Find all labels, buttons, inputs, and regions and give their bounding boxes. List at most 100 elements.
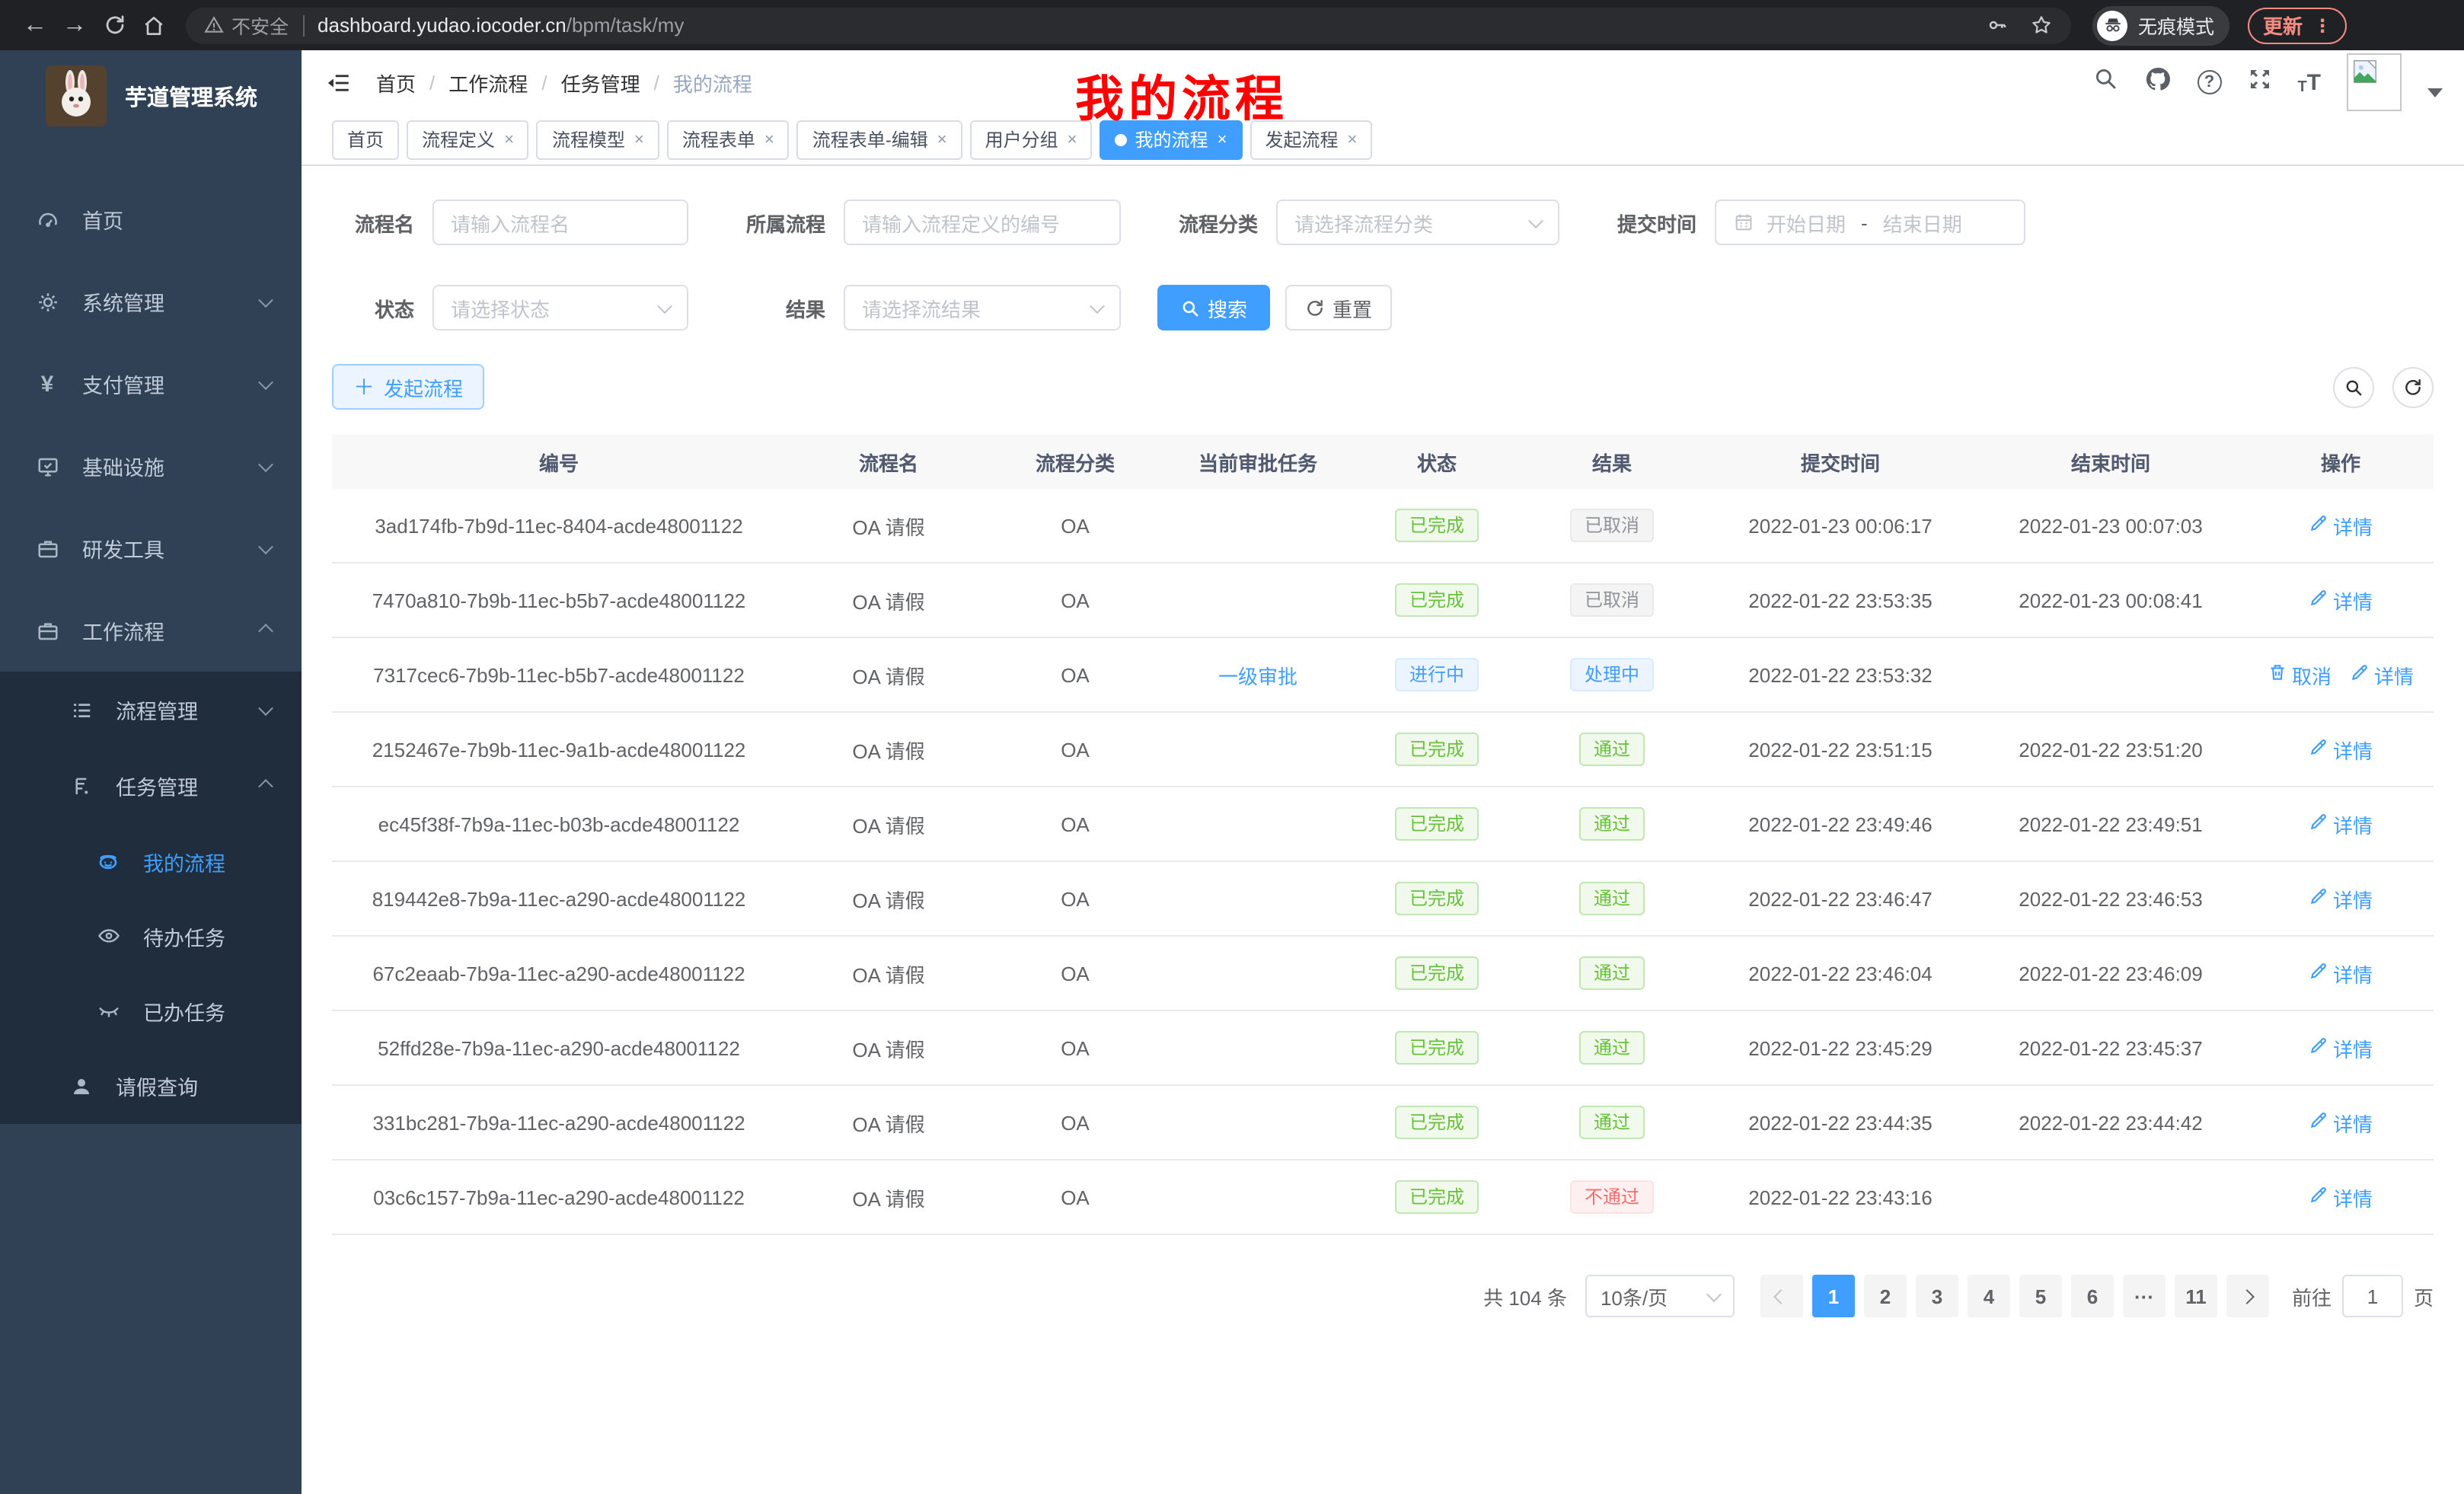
close-icon[interactable]: ×	[634, 130, 644, 148]
tab-home[interactable]: 首页	[332, 120, 399, 159]
detail-link[interactable]: 详情	[2309, 586, 2373, 615]
breadcrumb-workflow[interactable]: 工作流程	[448, 68, 528, 97]
definition-input[interactable]: 请输入流程定义的编号	[844, 200, 1121, 245]
key-icon[interactable]	[1986, 14, 2009, 37]
sidebar-item-infrastructure[interactable]: 基础设施	[0, 425, 302, 507]
overlay-title: 我的流程	[1075, 61, 1288, 131]
search-toggle-button[interactable]	[2333, 366, 2374, 407]
refresh-button[interactable]	[2392, 366, 2434, 407]
sidebar-item-process-management[interactable]: 流程管理	[0, 672, 302, 748]
tab-process-form[interactable]: 流程表单 ×	[667, 120, 790, 159]
page-button-5[interactable]: 5	[2019, 1275, 2062, 1317]
process-name-input[interactable]: 请输入流程名	[432, 200, 688, 245]
sidebar-item-my-process[interactable]: 我的流程	[0, 824, 302, 899]
tab-process-form-edit[interactable]: 流程表单-编辑 ×	[797, 120, 962, 159]
page-button-6[interactable]: 6	[2071, 1275, 2114, 1317]
detail-link[interactable]: 详情	[2309, 809, 2373, 838]
close-icon[interactable]: ×	[764, 130, 774, 148]
cell-process-name: OA 请假	[786, 735, 991, 764]
status-badge: 进行中	[1396, 658, 1478, 691]
detail-link[interactable]: 详情	[2309, 959, 2373, 988]
next-page-button[interactable]	[2226, 1275, 2269, 1317]
close-icon[interactable]: ×	[1068, 130, 1077, 148]
forward-icon[interactable]: →	[55, 11, 94, 39]
sidebar-item-dev-tools[interactable]: 研发工具	[0, 507, 302, 589]
address-bar[interactable]: 不安全 dashboard.yudao.iocoder.cn/bpm/task/…	[186, 7, 2071, 43]
close-icon[interactable]: ×	[937, 130, 947, 148]
more-pages-button[interactable]: ···	[2123, 1275, 2166, 1317]
tab-process-definition[interactable]: 流程定义 ×	[407, 120, 529, 159]
home-icon[interactable]	[134, 13, 174, 37]
prev-page-button[interactable]	[1760, 1275, 1803, 1317]
close-icon[interactable]: ×	[1347, 130, 1357, 148]
date-range-picker[interactable]: 开始日期 - 结束日期	[1715, 200, 2025, 245]
sidebar-item-system-management[interactable]: 系统管理	[0, 260, 302, 343]
cancel-link[interactable]: 取消	[2268, 660, 2332, 689]
update-button[interactable]: 更新 ⋮	[2248, 7, 2347, 43]
kebab-menu-icon[interactable]: ⋮	[2313, 14, 2332, 36]
active-dot-icon	[1116, 133, 1128, 145]
chevron-down-icon	[258, 456, 273, 471]
chevron-down-icon[interactable]	[2427, 88, 2443, 97]
page-size-select[interactable]: 10条/页	[1585, 1275, 1735, 1317]
cell-actions: 详情	[2248, 809, 2434, 838]
sidebar-item-label: 我的流程	[143, 846, 225, 876]
avatar[interactable]	[2347, 53, 2402, 111]
page-button-2[interactable]: 2	[1864, 1275, 1907, 1317]
close-icon[interactable]: ×	[504, 130, 514, 148]
detail-link[interactable]: 详情	[2309, 1108, 2373, 1137]
detail-link[interactable]: 详情	[2309, 1183, 2373, 1211]
cell-id: 67c2eaab-7b9a-11ec-a290-acde48001122	[332, 962, 786, 985]
sidebar-item-task-management[interactable]: 任务管理	[0, 748, 302, 824]
breadcrumb-home[interactable]: 首页	[376, 68, 416, 97]
category-select[interactable]: 请选择流程分类	[1276, 200, 1559, 245]
header-actions: ? TT	[2092, 53, 2443, 111]
app-logo[interactable]: 芋道管理系统	[0, 50, 302, 142]
status-select[interactable]: 请选择状态	[432, 285, 688, 330]
detail-link[interactable]: 详情	[2309, 1033, 2373, 1062]
start-date-input[interactable]: 开始日期	[1767, 208, 1846, 237]
page-button-4[interactable]: 4	[1968, 1275, 2010, 1317]
close-icon[interactable]: ×	[1218, 130, 1227, 148]
breadcrumb-task-management[interactable]: 任务管理	[561, 68, 640, 97]
incognito-icon	[2097, 10, 2127, 40]
sidebar-item-workflow[interactable]: 工作流程	[0, 589, 302, 672]
back-icon[interactable]: ←	[15, 11, 55, 39]
github-icon[interactable]	[2143, 65, 2171, 100]
status-badge: 已完成	[1396, 1180, 1478, 1214]
start-process-button[interactable]: ＋ 发起流程	[332, 364, 484, 410]
goto-page-input[interactable]	[2342, 1275, 2403, 1317]
sidebar-item-leave-query[interactable]: 请假查询	[0, 1048, 302, 1124]
reload-icon[interactable]	[94, 14, 134, 37]
end-date-input[interactable]: 结束日期	[1883, 208, 1962, 237]
detail-link[interactable]: 详情	[2309, 884, 2373, 913]
tab-user-group[interactable]: 用户分组 ×	[970, 120, 1093, 159]
detail-link[interactable]: 详情	[2350, 660, 2414, 689]
sidebar-item-done-tasks[interactable]: 已办任务	[0, 973, 302, 1048]
page-button-3[interactable]: 3	[1916, 1275, 1958, 1317]
star-icon[interactable]	[2030, 14, 2053, 37]
chevron-down-icon	[1090, 298, 1105, 313]
menu-fold-icon[interactable]	[326, 69, 352, 95]
current-task-link[interactable]: 一级审批	[1218, 660, 1297, 689]
sidebar-item-payment-management[interactable]: ¥ 支付管理	[0, 343, 302, 425]
font-size-icon[interactable]: TT	[2297, 69, 2321, 95]
search-button[interactable]: 搜索	[1157, 285, 1270, 330]
page-button-11[interactable]: 11	[2175, 1275, 2217, 1317]
cell-id: 03c6c157-7b9a-11ec-a290-acde48001122	[332, 1186, 786, 1208]
cell-result: 通过	[1517, 1031, 1707, 1065]
sidebar-item-home[interactable]: 首页	[0, 178, 302, 260]
pencil-icon	[2309, 886, 2328, 911]
search-icon[interactable]	[2092, 65, 2118, 99]
fullscreen-icon[interactable]	[2247, 66, 2271, 98]
security-label[interactable]: 不安全	[231, 11, 289, 40]
detail-link[interactable]: 详情	[2309, 735, 2373, 764]
update-label: 更新	[2263, 11, 2303, 40]
sidebar-item-todo-tasks[interactable]: 待办任务	[0, 899, 302, 973]
result-select[interactable]: 请选择流结果	[844, 285, 1121, 330]
detail-link[interactable]: 详情	[2309, 511, 2373, 540]
reset-button[interactable]: 重置	[1285, 285, 1392, 330]
page-button-1[interactable]: 1	[1812, 1275, 1855, 1317]
help-icon[interactable]: ?	[2197, 70, 2221, 94]
tab-process-model[interactable]: 流程模型 ×	[537, 120, 659, 159]
